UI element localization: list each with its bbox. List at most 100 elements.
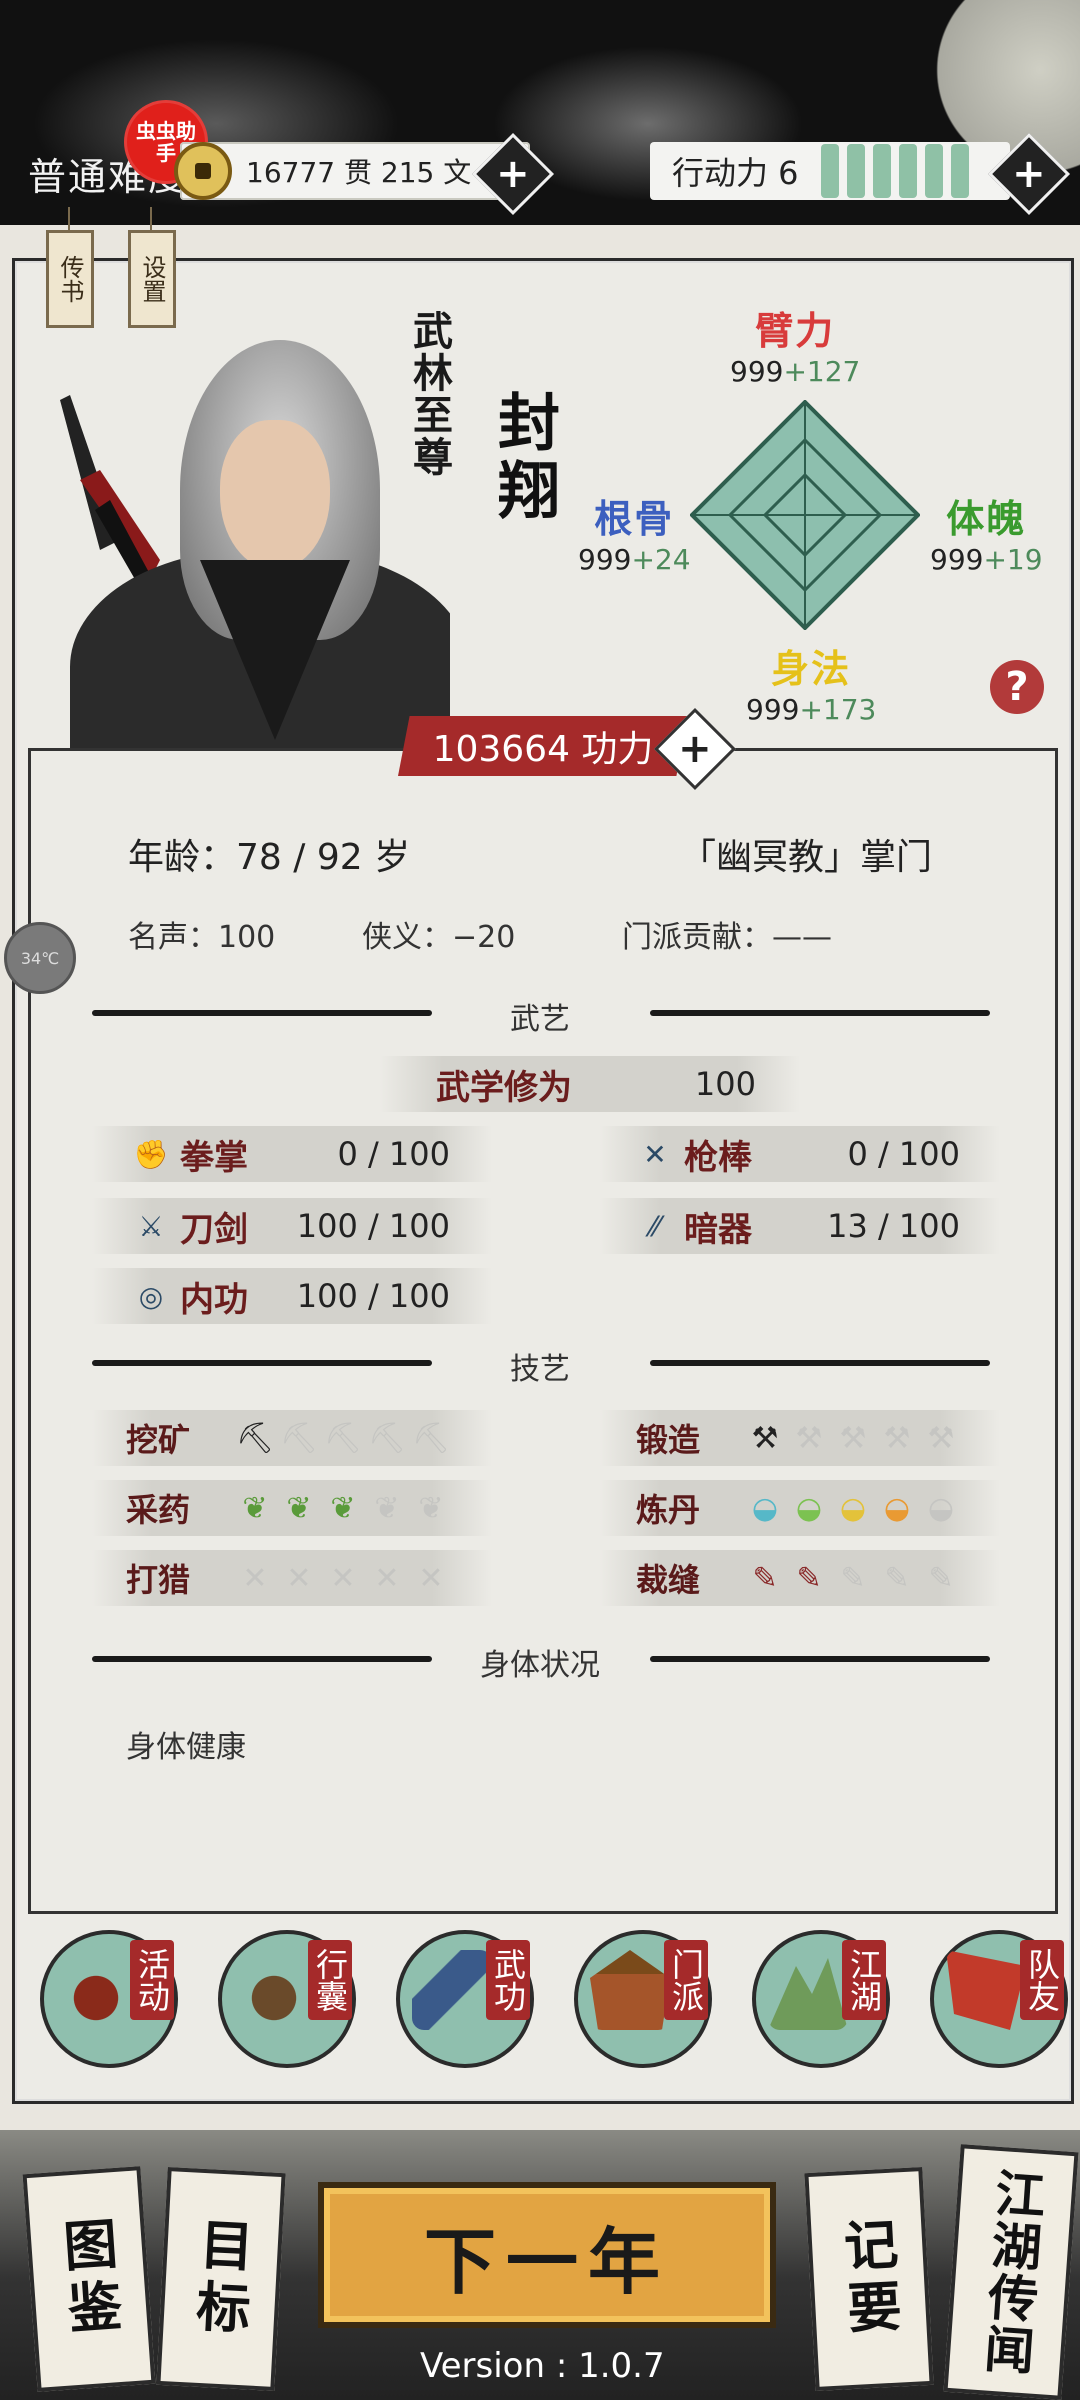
craft-level: ⚒ ⚒ ⚒ ⚒ ⚒ [746, 1419, 960, 1457]
nav-jianghu[interactable]: 江湖 [742, 1920, 892, 2070]
nav-label: 队友 [1020, 1940, 1064, 2020]
divider-line [650, 1656, 990, 1662]
health-status: 身体健康 [126, 1730, 246, 1765]
craft-mining[interactable]: 挖矿 ⛏ ⛏ ⛏ ⛏ ⛏ [126, 1410, 450, 1466]
bow-icon: ✕ [330, 1560, 356, 1596]
martial-total-value: 100 [694, 1065, 756, 1103]
nav-bag[interactable]: 行囊 [208, 1920, 358, 2070]
skill-name: 拳掌 [180, 1137, 248, 1178]
action-pip [898, 144, 917, 198]
action-pip [924, 144, 943, 198]
action-bar: 行动力 6 [650, 142, 1010, 200]
health-section-title: 身体状况 [480, 1648, 600, 1683]
rumors-button[interactable]: 江湖传闻 [943, 2144, 1079, 2400]
martial-section-title: 武艺 [510, 1002, 570, 1037]
skill-name: 枪棒 [684, 1137, 752, 1178]
craft-name: 裁缝 [636, 1561, 701, 1599]
bowl-icon: ◒ [795, 1490, 823, 1526]
version-label: Version : 1.0.7 [420, 2346, 665, 2386]
skill-value: 100 / 100 [296, 1207, 450, 1245]
craft-name: 锻造 [636, 1421, 701, 1459]
next-year-button[interactable]: 下一年 [318, 2182, 776, 2328]
bowl-icon: ◒ [839, 1490, 867, 1526]
bow-icon: ✕ [286, 1560, 312, 1596]
character-portrait [30, 330, 450, 750]
gourd-icon [56, 1950, 136, 2030]
craft-alchemy[interactable]: 炼丹 ◒ ◒ ◒ ◒ ◒ [636, 1480, 960, 1536]
bowl-icon: ◒ [883, 1490, 911, 1526]
nav-martial[interactable]: 武功 [386, 1920, 536, 2070]
catalog-button[interactable]: 图鉴 [22, 2166, 156, 2392]
craft-level: ◒ ◒ ◒ ◒ ◒ [746, 1489, 960, 1527]
stat-constitution: 根骨 999+24 [578, 488, 691, 576]
skill-value: 0 / 100 [337, 1135, 450, 1173]
money-value: 16777 贯 215 文 [246, 156, 472, 189]
skill-hidden-weapon[interactable]: ⁄⁄ 暗器 13 / 100 [634, 1198, 960, 1254]
herb-icon: ❦ [286, 1490, 312, 1526]
fame-text: 名声：100 [128, 920, 276, 955]
needle-icon: ✎ [796, 1560, 822, 1596]
martial-total-label: 武学修为 [436, 1067, 572, 1108]
needle-icon: ✎ [884, 1560, 910, 1596]
craft-name: 炼丹 [636, 1491, 701, 1529]
nav-activity[interactable]: 活动 [30, 1920, 180, 2070]
stat-constitution-bonus: +24 [631, 543, 691, 576]
chivalry-text: 侠义：−20 [362, 920, 516, 955]
stat-agility: 身法 999+173 [746, 638, 876, 726]
craft-level: ❦ ❦ ❦ ❦ ❦ [236, 1489, 450, 1527]
character-title: 武林至尊 [406, 310, 453, 478]
sect-text[interactable]: 「幽冥教」掌门 [680, 828, 932, 880]
craft-hunting[interactable]: 打猎 ✕ ✕ ✕ ✕ ✕ [126, 1550, 450, 1606]
nav-teammates[interactable]: 队友 [920, 1920, 1070, 2070]
skill-name: 刀剑 [180, 1209, 248, 1250]
skill-value: 13 / 100 [827, 1207, 960, 1245]
letter-tag[interactable]: 传书 [46, 207, 94, 328]
stat-constitution-label: 根骨 [594, 496, 675, 541]
stat-vitality-bonus: +19 [983, 543, 1043, 576]
help-icon[interactable]: ? [990, 660, 1044, 714]
stat-constitution-base: 999 [578, 543, 632, 576]
notes-button[interactable]: 记要 [804, 2167, 934, 2391]
craft-forging[interactable]: 锻造 ⚒ ⚒ ⚒ ⚒ ⚒ [636, 1410, 960, 1466]
fist-icon: ✊ [133, 1137, 169, 1171]
bow-icon: ✕ [374, 1560, 400, 1596]
action-pip [872, 144, 891, 198]
contribution-text: 门派贡献：—— [622, 920, 832, 955]
pickaxe-icon: ⛏ [279, 1420, 319, 1456]
bowl-icon: ◒ [927, 1490, 955, 1526]
skill-inner[interactable]: ◎ 内功 100 / 100 [130, 1268, 450, 1324]
pickaxe-icon: ⛏ [235, 1420, 275, 1456]
craft-name: 挖矿 [126, 1421, 191, 1459]
stat-strength-base: 999 [730, 355, 784, 388]
craft-herbs[interactable]: 采药 ❦ ❦ ❦ ❦ ❦ [126, 1480, 450, 1536]
action-pip [820, 144, 839, 198]
herb-icon: ❦ [418, 1490, 444, 1526]
nav-sect[interactable]: 门派 [564, 1920, 714, 2070]
pickaxe-icon: ⛏ [367, 1420, 407, 1456]
face-art [220, 420, 330, 570]
skill-name: 暗器 [684, 1209, 752, 1250]
skill-fist[interactable]: ✊ 拳掌 0 / 100 [130, 1126, 450, 1182]
bow-icon: ✕ [418, 1560, 444, 1596]
skill-sword[interactable]: ⚔ 刀剑 100 / 100 [130, 1198, 450, 1254]
needle-icon: ✎ [840, 1560, 866, 1596]
stat-strength: 臂力 999+127 [730, 300, 860, 388]
pickaxe-icon: ⛏ [323, 1420, 363, 1456]
skill-spear[interactable]: ✕ 枪棒 0 / 100 [634, 1126, 960, 1182]
sword-skill-icon: ⚔ [138, 1209, 164, 1243]
craft-level: ✕ ✕ ✕ ✕ ✕ [236, 1559, 450, 1597]
age-text: 年龄：78 / 92 岁 [128, 837, 411, 878]
goals-button[interactable]: 目标 [156, 2167, 286, 2391]
stat-strength-label: 臂力 [755, 308, 836, 353]
attribute-radar [690, 400, 920, 630]
action-points-label: 行动力 6 [672, 154, 799, 192]
nav-label: 江湖 [842, 1940, 886, 2020]
craft-level: ⛏ ⛏ ⛏ ⛏ ⛏ [236, 1419, 450, 1457]
stat-agility-label: 身法 [771, 646, 852, 691]
bag-icon [234, 1950, 314, 2030]
craft-tailoring[interactable]: 裁缝 ✎ ✎ ✎ ✎ ✎ [636, 1550, 960, 1606]
temperature-bubble[interactable]: 34℃ [4, 922, 76, 994]
anvil-icon: ⚒ [751, 1420, 779, 1456]
inner-power-icon: ◎ [138, 1279, 164, 1313]
settings-tag[interactable]: 设置 [128, 207, 176, 328]
